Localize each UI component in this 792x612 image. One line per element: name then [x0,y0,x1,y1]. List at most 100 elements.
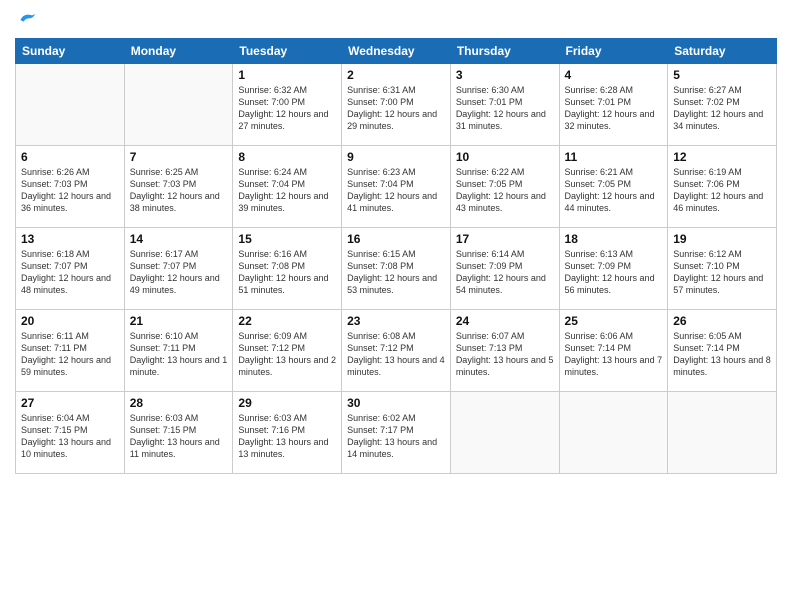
header [15,10,777,30]
calendar-cell: 24Sunrise: 6:07 AM Sunset: 7:13 PM Dayli… [450,310,559,392]
day-info: Sunrise: 6:25 AM Sunset: 7:03 PM Dayligh… [130,166,228,215]
day-info: Sunrise: 6:04 AM Sunset: 7:15 PM Dayligh… [21,412,119,461]
day-number: 9 [347,150,445,164]
day-number: 5 [673,68,771,82]
calendar-cell: 20 Sunrise: 6:11 AM Sunset: 7:11 PM Dayli… [16,310,125,392]
day-info: Sunrise: 6:13 AM Sunset: 7:09 PM Dayligh… [565,248,663,297]
weekday-header: Tuesday [233,39,342,64]
day-info: Sunrise: 6:19 AM Sunset: 7:06 PM Dayligh… [673,166,771,215]
day-info: Sunrise: 6:31 AM Sunset: 7:00 PM Dayligh… [347,84,445,133]
day-info: Sunrise: 6:26 AM Sunset: 7:03 PM Dayligh… [21,166,119,215]
logo-bird-icon [17,10,37,30]
day-info: Sunrise: 6:08 AM Sunset: 7:12 PM Dayligh… [347,330,445,379]
calendar-cell: 5 Sunrise: 6:27 AM Sunset: 7:02 PM Daylig… [668,64,777,146]
day-number: 7 [130,150,228,164]
calendar-cell: 23Sunrise: 6:08 AM Sunset: 7:12 PM Dayli… [342,310,451,392]
day-number: 14 [130,232,228,246]
calendar-cell [16,64,125,146]
calendar-cell: 18 Sunrise: 6:13 AM Sunset: 7:09 PM Dayli… [559,228,668,310]
day-number: 12 [673,150,771,164]
day-number: 16 [347,232,445,246]
calendar-cell: 1 Sunrise: 6:32 AM Sunset: 7:00 PM Daylig… [233,64,342,146]
day-info: Sunrise: 6:18 AM Sunset: 7:07 PM Dayligh… [21,248,119,297]
day-info: Sunrise: 6:15 AM Sunset: 7:08 PM Dayligh… [347,248,445,297]
day-info: Sunrise: 6:12 AM Sunset: 7:10 PM Dayligh… [673,248,771,297]
day-info: Sunrise: 6:28 AM Sunset: 7:01 PM Dayligh… [565,84,663,133]
calendar-table: SundayMondayTuesdayWednesdayThursdayFrid… [15,38,777,474]
day-info: Sunrise: 6:23 AM Sunset: 7:04 PM Dayligh… [347,166,445,215]
calendar-cell: 30 Sunrise: 6:02 AM Sunset: 7:17 PM Dayli… [342,392,451,474]
calendar-cell [124,64,233,146]
calendar-cell: 12 Sunrise: 6:19 AM Sunset: 7:06 PM Dayli… [668,146,777,228]
calendar-cell: 25 Sunrise: 6:06 AM Sunset: 7:14 PM Dayli… [559,310,668,392]
calendar-cell: 16 Sunrise: 6:15 AM Sunset: 7:08 PM Dayli… [342,228,451,310]
day-number: 11 [565,150,663,164]
calendar-week-row: 27 Sunrise: 6:04 AM Sunset: 7:15 PM Dayli… [16,392,777,474]
day-number: 21 [130,314,228,328]
page: SundayMondayTuesdayWednesdayThursdayFrid… [0,0,792,612]
calendar-cell: 4 Sunrise: 6:28 AM Sunset: 7:01 PM Daylig… [559,64,668,146]
day-info: Sunrise: 6:17 AM Sunset: 7:07 PM Dayligh… [130,248,228,297]
weekday-header: Sunday [16,39,125,64]
calendar-cell: 19 Sunrise: 6:12 AM Sunset: 7:10 PM Dayli… [668,228,777,310]
calendar-cell: 13 Sunrise: 6:18 AM Sunset: 7:07 PM Dayli… [16,228,125,310]
calendar-week-row: 20 Sunrise: 6:11 AM Sunset: 7:11 PM Dayli… [16,310,777,392]
day-number: 2 [347,68,445,82]
calendar-cell: 14 Sunrise: 6:17 AM Sunset: 7:07 PM Dayli… [124,228,233,310]
calendar-cell: 9 Sunrise: 6:23 AM Sunset: 7:04 PM Daylig… [342,146,451,228]
day-info: Sunrise: 6:09 AM Sunset: 7:12 PM Dayligh… [238,330,336,379]
day-number: 4 [565,68,663,82]
weekday-header: Wednesday [342,39,451,64]
calendar-cell: 28 Sunrise: 6:03 AM Sunset: 7:15 PM Dayli… [124,392,233,474]
day-number: 29 [238,396,336,410]
day-number: 26 [673,314,771,328]
calendar-cell: 29Sunrise: 6:03 AM Sunset: 7:16 PM Dayli… [233,392,342,474]
calendar-week-row: 1 Sunrise: 6:32 AM Sunset: 7:00 PM Daylig… [16,64,777,146]
day-info: Sunrise: 6:22 AM Sunset: 7:05 PM Dayligh… [456,166,554,215]
day-number: 1 [238,68,336,82]
day-number: 18 [565,232,663,246]
day-info: Sunrise: 6:11 AM Sunset: 7:11 PM Dayligh… [21,330,119,379]
day-number: 17 [456,232,554,246]
day-number: 13 [21,232,119,246]
day-number: 19 [673,232,771,246]
calendar-header-row: SundayMondayTuesdayWednesdayThursdayFrid… [16,39,777,64]
day-number: 30 [347,396,445,410]
day-info: Sunrise: 6:02 AM Sunset: 7:17 PM Dayligh… [347,412,445,461]
calendar-week-row: 6Sunrise: 6:26 AM Sunset: 7:03 PM Daylig… [16,146,777,228]
day-number: 28 [130,396,228,410]
calendar-cell [450,392,559,474]
calendar-cell: 22 Sunrise: 6:09 AM Sunset: 7:12 PM Dayli… [233,310,342,392]
day-number: 8 [238,150,336,164]
day-number: 15 [238,232,336,246]
day-info: Sunrise: 6:30 AM Sunset: 7:01 PM Dayligh… [456,84,554,133]
calendar-cell: 3 Sunrise: 6:30 AM Sunset: 7:01 PM Daylig… [450,64,559,146]
calendar-cell: 11 Sunrise: 6:21 AM Sunset: 7:05 PM Dayli… [559,146,668,228]
calendar-cell: 15Sunrise: 6:16 AM Sunset: 7:08 PM Dayli… [233,228,342,310]
day-number: 24 [456,314,554,328]
day-info: Sunrise: 6:06 AM Sunset: 7:14 PM Dayligh… [565,330,663,379]
day-info: Sunrise: 6:21 AM Sunset: 7:05 PM Dayligh… [565,166,663,215]
calendar-cell: 7 Sunrise: 6:25 AM Sunset: 7:03 PM Daylig… [124,146,233,228]
day-number: 22 [238,314,336,328]
calendar-cell: 6Sunrise: 6:26 AM Sunset: 7:03 PM Daylig… [16,146,125,228]
day-number: 27 [21,396,119,410]
day-info: Sunrise: 6:27 AM Sunset: 7:02 PM Dayligh… [673,84,771,133]
calendar-cell: 17 Sunrise: 6:14 AM Sunset: 7:09 PM Dayli… [450,228,559,310]
day-number: 25 [565,314,663,328]
day-number: 10 [456,150,554,164]
day-info: Sunrise: 6:24 AM Sunset: 7:04 PM Dayligh… [238,166,336,215]
day-info: Sunrise: 6:32 AM Sunset: 7:00 PM Dayligh… [238,84,336,133]
day-info: Sunrise: 6:14 AM Sunset: 7:09 PM Dayligh… [456,248,554,297]
day-number: 3 [456,68,554,82]
calendar-cell [668,392,777,474]
logo [15,10,37,30]
calendar-cell: 10 Sunrise: 6:22 AM Sunset: 7:05 PM Dayli… [450,146,559,228]
day-number: 20 [21,314,119,328]
day-info: Sunrise: 6:10 AM Sunset: 7:11 PM Dayligh… [130,330,228,379]
calendar-cell [559,392,668,474]
calendar-cell: 21 Sunrise: 6:10 AM Sunset: 7:11 PM Dayli… [124,310,233,392]
day-info: Sunrise: 6:03 AM Sunset: 7:15 PM Dayligh… [130,412,228,461]
weekday-header: Friday [559,39,668,64]
weekday-header: Saturday [668,39,777,64]
